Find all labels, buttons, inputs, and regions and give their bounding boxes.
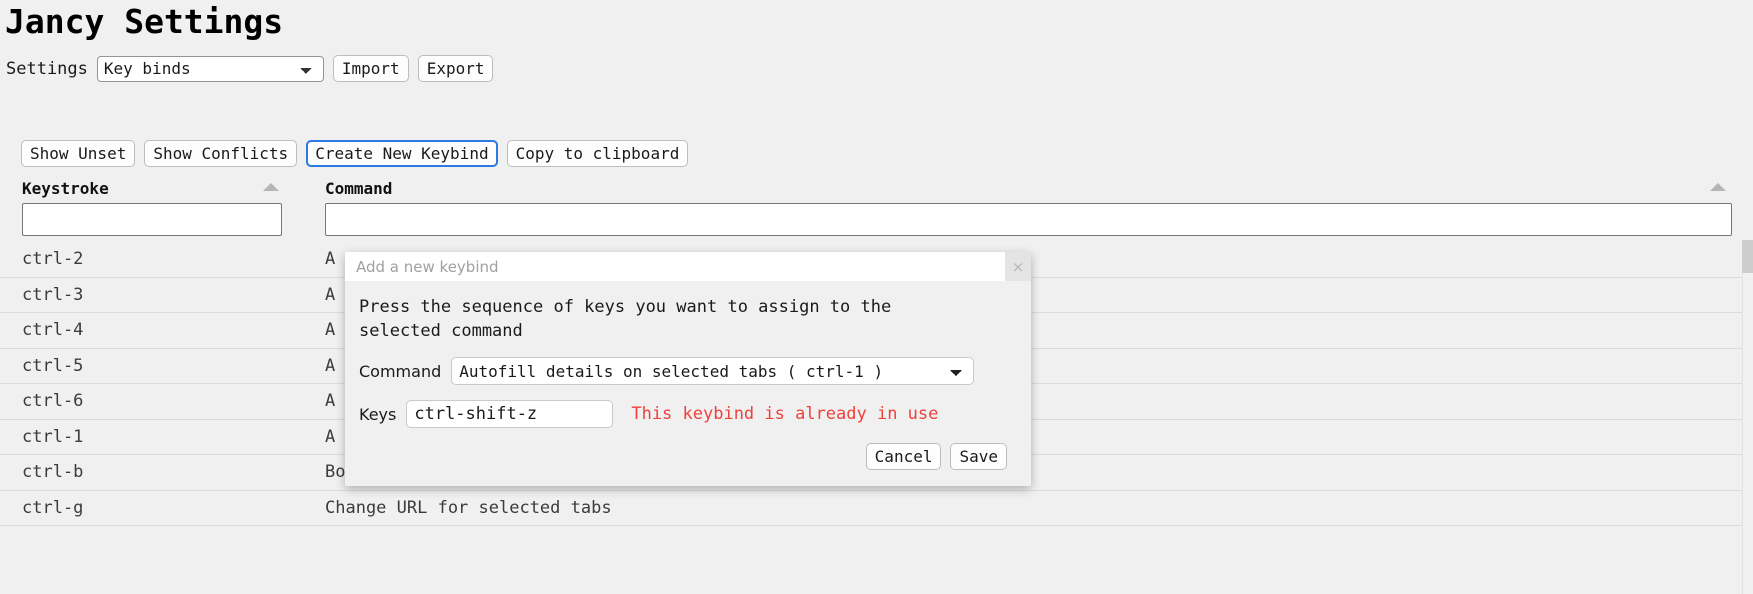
cell-keystroke: ctrl-5 — [22, 355, 84, 376]
filter-cell-keystroke — [0, 203, 303, 236]
command-filter-input[interactable] — [325, 203, 1732, 236]
settings-select[interactable]: Key binds — [96, 55, 324, 82]
close-icon[interactable]: × — [1005, 252, 1031, 281]
cell-keystroke: ctrl-4 — [22, 320, 84, 341]
cell-keystroke: ctrl-b — [22, 462, 84, 483]
filter-cell-command — [303, 203, 1753, 236]
cancel-button[interactable]: Cancel — [865, 443, 942, 470]
keys-input[interactable] — [406, 400, 614, 428]
sort-ascending-icon — [1710, 183, 1726, 191]
dialog-title: Add a new keybind — [356, 257, 499, 276]
cell-keystroke: ctrl-g — [22, 497, 84, 518]
table-header-row: Keystroke Command — [0, 176, 1753, 200]
settings-label: Settings — [6, 58, 88, 79]
keybind-error-message: This keybind is already in use — [631, 404, 939, 424]
command-select[interactable]: Autofill details on selected tabs ( ctrl… — [451, 357, 975, 385]
show-conflicts-button[interactable]: Show Conflicts — [144, 140, 298, 167]
dialog-actions: Cancel Save — [359, 443, 1017, 470]
keystroke-filter-input[interactable] — [22, 203, 282, 236]
dialog-body: Press the sequence of keys you want to a… — [345, 281, 1031, 486]
keys-field-label: Keys — [359, 404, 397, 424]
keys-field-row: Keys This keybind is already in use — [359, 400, 1017, 428]
settings-toolbar: Settings Key binds Import Export — [6, 55, 494, 82]
cell-keystroke: ctrl-3 — [22, 284, 84, 305]
cell-keystroke: ctrl-6 — [22, 391, 84, 412]
save-button[interactable]: Save — [950, 443, 1007, 470]
cell-command: Change URL for selected tabs — [325, 497, 612, 518]
export-button[interactable]: Export — [417, 55, 494, 82]
column-header-command-label: Command — [325, 178, 393, 198]
column-header-keystroke-label: Keystroke — [22, 178, 109, 198]
command-field-row: Command Autofill details on selected tab… — [359, 357, 1017, 385]
sort-ascending-icon — [263, 183, 279, 191]
add-keybind-dialog: Add a new keybind × Press the sequence o… — [345, 252, 1031, 486]
create-new-keybind-button[interactable]: Create New Keybind — [306, 140, 498, 167]
table-scrollbar-thumb[interactable] — [1742, 240, 1753, 273]
column-header-keystroke[interactable]: Keystroke — [0, 176, 303, 200]
table-row[interactable]: ctrl-g Change URL for selected tabs — [0, 491, 1753, 526]
column-header-command[interactable]: Command — [303, 176, 1753, 200]
dialog-instruction: Press the sequence of keys you want to a… — [359, 297, 892, 341]
copy-to-clipboard-button[interactable]: Copy to clipboard — [506, 140, 689, 167]
table-filter-row — [0, 200, 1753, 236]
import-button[interactable]: Import — [332, 55, 409, 82]
keybind-actions-toolbar: Show Unset Show Conflicts Create New Key… — [21, 140, 689, 167]
page-title: Jancy Settings — [5, 2, 284, 41]
settings-page: Jancy Settings Settings Key binds Import… — [0, 0, 1753, 594]
table-scrollbar[interactable] — [1742, 240, 1753, 594]
command-field-label: Command — [359, 361, 442, 381]
cell-keystroke: ctrl-1 — [22, 426, 84, 447]
dialog-titlebar: Add a new keybind × — [345, 252, 1031, 281]
show-unset-button[interactable]: Show Unset — [21, 140, 136, 167]
cell-keystroke: ctrl-2 — [22, 249, 84, 270]
